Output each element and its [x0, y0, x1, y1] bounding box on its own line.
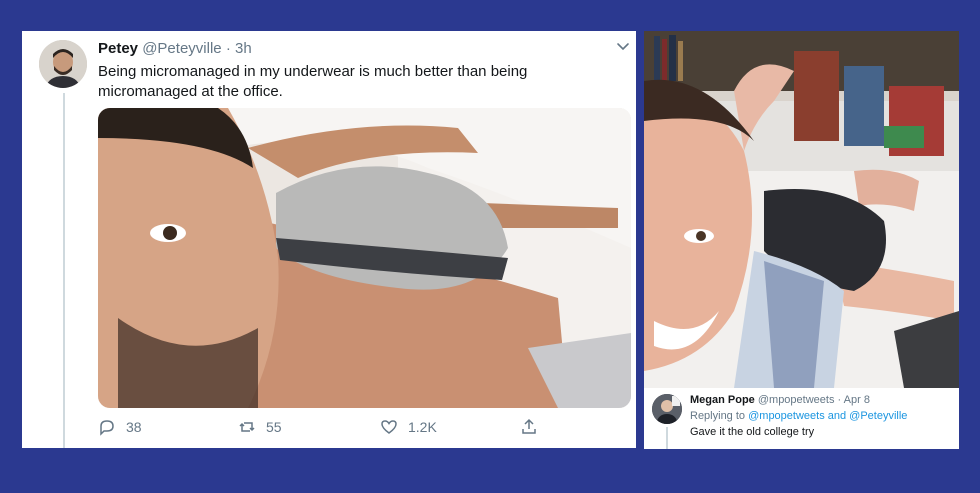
- separator-dot: ·: [225, 40, 231, 57]
- author-name[interactable]: Petey: [98, 40, 138, 57]
- replying-to-prefix: Replying to: [690, 410, 746, 422]
- reply-header: Megan Pope @mpopetweets · Apr 8: [690, 394, 870, 406]
- share-button[interactable]: [520, 418, 538, 436]
- replying-to: Replying to @mpopetweets and @Peteyville: [690, 410, 907, 422]
- retweet-icon: [239, 422, 255, 432]
- tweet-photo[interactable]: [98, 108, 631, 408]
- reply-tweet[interactable]: Megan Pope @mpopetweets · Apr 8 Replying…: [644, 388, 959, 449]
- reply-button[interactable]: 38: [98, 418, 142, 436]
- avatar[interactable]: [39, 40, 87, 88]
- tweet-header: Petey @Peteyville · 3h: [98, 40, 252, 57]
- like-count: 1.2K: [408, 419, 437, 435]
- reply-author-handle[interactable]: @mpopetweets: [758, 394, 835, 406]
- thread-line: [666, 427, 668, 449]
- tweet-timestamp[interactable]: 3h: [235, 40, 252, 57]
- reply-text: Gave it the old college try: [690, 426, 815, 438]
- tweet-actions: 38 55 1.2K: [98, 418, 568, 438]
- replying-to-link[interactable]: @mpopetweets and @Peteyville: [748, 410, 907, 422]
- like-button[interactable]: 1.2K: [380, 418, 437, 436]
- heart-icon: [381, 420, 397, 434]
- author-handle[interactable]: @Peteyville: [142, 40, 221, 57]
- thread-line: [63, 93, 65, 448]
- share-icon: [522, 418, 536, 434]
- reply-photo[interactable]: [644, 31, 959, 388]
- retweet-count: 55: [266, 419, 282, 435]
- tweet-text: Being micromanaged in my underwear is mu…: [98, 63, 528, 100]
- reply-author-name[interactable]: Megan Pope: [690, 394, 755, 406]
- reply-count: 38: [126, 419, 142, 435]
- retweet-button[interactable]: 55: [238, 418, 282, 436]
- reply-panel: Megan Pope @mpopetweets · Apr 8 Replying…: [644, 31, 959, 449]
- tweet-card[interactable]: Petey @Peteyville · 3h Being micromanage…: [22, 31, 636, 448]
- chevron-down-icon[interactable]: [616, 39, 630, 53]
- reply-icon: [100, 420, 114, 436]
- avatar[interactable]: [652, 394, 682, 424]
- separator-dot: ·: [837, 394, 842, 406]
- reply-date[interactable]: Apr 8: [844, 394, 870, 406]
